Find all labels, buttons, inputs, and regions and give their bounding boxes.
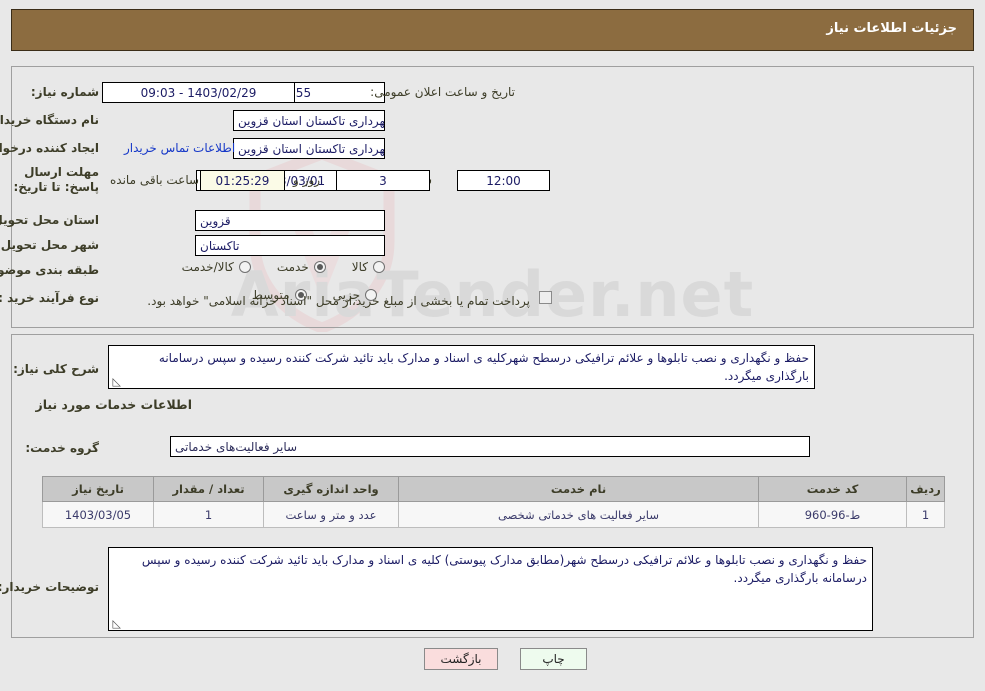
- radio-khedmat-icon[interactable]: [313, 261, 326, 273]
- cell-service-name: سایر فعالیت های خدماتی شخصی: [398, 501, 759, 528]
- general-description-label: شرح کلی نیاز:: [13, 362, 99, 376]
- general-description-textarea[interactable]: حفظ و نگهداری و نصب تابلوها و علائم تراف…: [108, 345, 815, 389]
- deadline-days-label: روز و: [293, 173, 320, 187]
- category-option-kala-label: کالا: [351, 260, 368, 274]
- services-table: ردیف کد خدمت نام خدمت واحد اندازه گیری ت…: [42, 476, 945, 528]
- service-group-value: سایر فعالیت‌های خدماتی: [170, 436, 810, 457]
- deadline-days-value: 3: [336, 170, 430, 191]
- category-option-khedmat[interactable]: خدمت: [277, 260, 326, 274]
- resize-grip-icon-2[interactable]: ◺: [111, 618, 121, 629]
- radio-kala-khedmat-icon[interactable]: [238, 261, 251, 273]
- back-button[interactable]: بازگشت: [424, 648, 498, 670]
- buyer-notes-label: توضیحات خریدار:: [0, 580, 99, 594]
- treasury-bond-note: پرداخت تمام یا بخشی از مبلغ خرید،از محل …: [147, 294, 530, 308]
- announce-datetime-label: تاریخ و ساعت اعلان عمومی:: [370, 85, 515, 99]
- requester-label: ایجاد کننده درخواست:: [0, 141, 99, 155]
- purchase-type-label: نوع فرآیند خرید :: [0, 291, 99, 305]
- category-option-kala[interactable]: کالا: [352, 260, 385, 274]
- cell-row-no: 1: [906, 501, 945, 528]
- buyer-notes-textarea[interactable]: حفظ و نگهداری و نصب تابلوها و علائم تراف…: [108, 547, 873, 631]
- category-option-kala-khedmat[interactable]: کالا/خدمت: [182, 260, 251, 274]
- cell-unit: عدد و متر و ساعت: [263, 501, 399, 528]
- resize-grip-icon[interactable]: ◺: [111, 376, 121, 387]
- countdown-timer: 01:25:29: [200, 170, 285, 191]
- col-service-code: کد خدمت: [758, 476, 907, 502]
- need-info-panel: [11, 66, 974, 328]
- page-header-bar: جزئیات اطلاعات نیاز: [11, 9, 974, 51]
- province-value: قزوین: [195, 210, 385, 231]
- col-quantity: تعداد / مقدار: [153, 476, 264, 502]
- radio-kala-icon[interactable]: [373, 261, 385, 273]
- city-value: تاکستان: [195, 235, 385, 256]
- table-header-row: ردیف کد خدمت نام خدمت واحد اندازه گیری ت…: [42, 476, 945, 502]
- col-need-date: تاریخ نیاز: [42, 476, 154, 502]
- col-unit: واحد اندازه گیری: [263, 476, 399, 502]
- city-label: شهر محل تحویل:: [0, 238, 99, 252]
- category-option-kala-khedmat-label: کالا/خدمت: [181, 260, 234, 274]
- announce-datetime-value: 1403/02/29 - 09:03: [102, 82, 295, 103]
- buyer-notes-value: حفظ و نگهداری و نصب تابلوها و علائم تراف…: [141, 553, 867, 585]
- deadline-time-value: 12:00: [457, 170, 550, 191]
- requester-value: ابوالفضل عموئی کاربرداز شهرداری تاکستان …: [233, 138, 385, 159]
- treasury-bond-checkbox[interactable]: [539, 291, 552, 304]
- cell-quantity: 1: [153, 501, 264, 528]
- category-radio-group[interactable]: کالا خدمت کالا/خدمت: [156, 260, 385, 274]
- category-option-khedmat-label: خدمت: [276, 260, 309, 274]
- need-number-label: شماره نیاز:: [30, 85, 99, 99]
- page-title: جزئیات اطلاعات نیاز: [826, 21, 957, 36]
- timer-label: ساعت باقی مانده: [110, 173, 200, 187]
- print-button[interactable]: چاپ: [520, 648, 587, 670]
- cell-need-date: 1403/03/05: [42, 501, 154, 528]
- buyer-org-value: شهرداری تاکستان استان قزوین: [233, 110, 385, 131]
- category-label: طبقه بندی موضوعی:: [0, 263, 99, 277]
- col-row-no: ردیف: [906, 476, 945, 502]
- general-description-value: حفظ و نگهداری و نصب تابلوها و علائم تراف…: [158, 351, 809, 383]
- need-details-page: AriaTender.net جزئیات اطلاعات نیاز شماره…: [0, 0, 985, 691]
- buyer-org-label: نام دستگاه خریدار:: [0, 113, 99, 127]
- province-label: استان محل تحویل:: [0, 213, 99, 227]
- service-group-label: گروه خدمت:: [25, 441, 99, 455]
- col-service-name: نام خدمت: [398, 476, 759, 502]
- table-row: 1 ط-96-960 سایر فعالیت های خدماتی شخصی ع…: [42, 501, 945, 528]
- cell-service-code: ط-96-960: [758, 501, 907, 528]
- deadline-label: مهلت ارسال پاسخ: تا تاریخ:: [13, 165, 100, 194]
- buyer-contact-link[interactable]: اطلاعات تماس خریدار: [124, 141, 235, 155]
- services-section-title: اطلاعات خدمات مورد نیاز: [35, 397, 193, 412]
